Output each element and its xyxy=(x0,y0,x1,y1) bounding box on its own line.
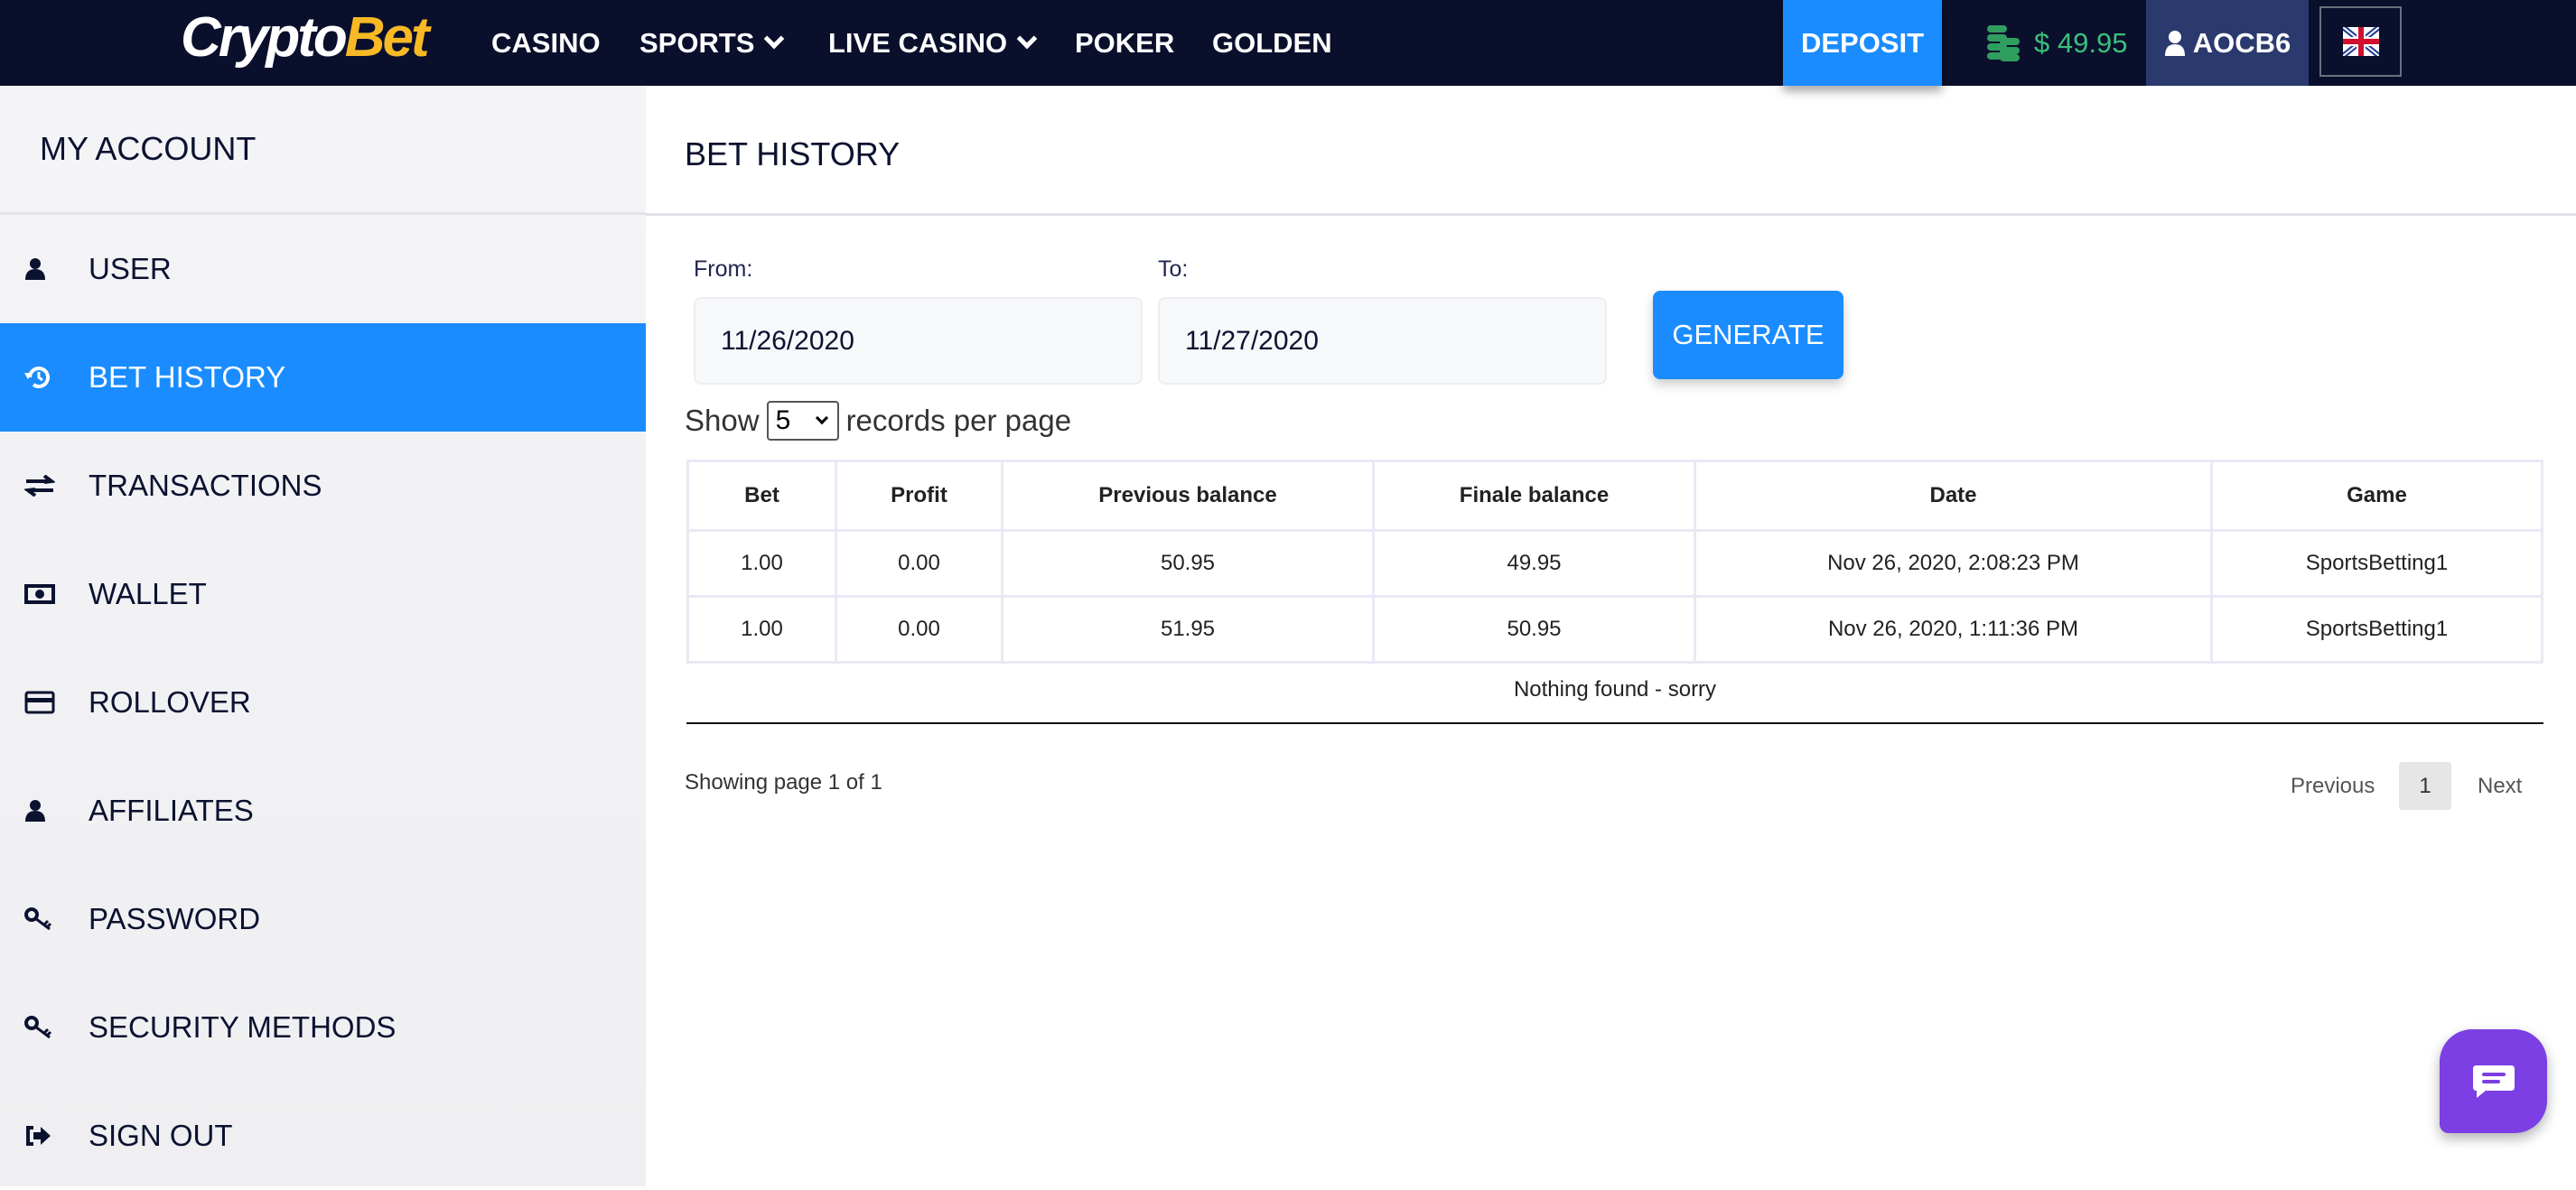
column-header[interactable]: Profit xyxy=(835,460,1003,532)
sidebar-item-bet-history[interactable]: BET HISTORY xyxy=(0,323,646,432)
table-cell: SportsBetting1 xyxy=(2210,595,2543,664)
from-label: From: xyxy=(694,256,753,282)
sidebar-item-rollover[interactable]: ROLLOVER xyxy=(0,648,646,757)
next-page-button[interactable]: Next xyxy=(2478,762,2522,810)
nav-golden[interactable]: GOLDEN xyxy=(1212,0,1332,86)
table-cell: 1.00 xyxy=(686,595,837,664)
column-header[interactable]: Finale balance xyxy=(1372,460,1696,532)
key-icon xyxy=(0,907,89,931)
nav-casino[interactable]: CASINO xyxy=(491,0,601,86)
table-cell: 0.00 xyxy=(835,595,1003,664)
table-cell: 0.00 xyxy=(835,529,1003,598)
key-icon xyxy=(0,1016,89,1039)
column-header[interactable]: Previous balance xyxy=(1001,460,1375,532)
chat-button[interactable] xyxy=(2440,1029,2547,1133)
uk-flag-icon xyxy=(2342,27,2379,56)
table-cell: 51.95 xyxy=(1001,595,1375,664)
from-date-input[interactable]: 11/26/2020 xyxy=(694,297,1143,385)
deposit-button[interactable]: DEPOSIT xyxy=(1783,0,1942,86)
user-menu-button[interactable]: AOCB6 xyxy=(2146,0,2309,86)
to-date-input[interactable]: 11/27/2020 xyxy=(1158,297,1607,385)
table-row: 1.00 0.00 51.95 50.95 Nov 26, 2020, 1:11… xyxy=(686,595,2543,664)
table-header-row: Bet Profit Previous balance Finale balan… xyxy=(686,460,2543,532)
sidebar-item-password[interactable]: PASSWORD xyxy=(0,865,646,973)
chevron-down-icon xyxy=(815,411,828,425)
sidebar-item-user[interactable]: USER xyxy=(0,215,646,323)
table-cell: SportsBetting1 xyxy=(2210,529,2543,598)
language-selector[interactable] xyxy=(2319,6,2402,77)
generate-button[interactable]: GENERATE xyxy=(1653,291,1843,379)
user-icon xyxy=(0,800,89,822)
history-icon xyxy=(0,366,89,389)
page-1-button[interactable]: 1 xyxy=(2399,762,2451,810)
exchange-icon xyxy=(0,475,89,497)
sidebar-item-wallet[interactable]: WALLET xyxy=(0,540,646,648)
top-header: CryptoBet CASINO SPORTS LIVE CASINO POKE… xyxy=(0,0,2576,86)
user-icon xyxy=(0,258,89,280)
nav-live-casino[interactable]: LIVE CASINO xyxy=(828,0,1038,86)
records-per-page: Show 5 records per page xyxy=(685,401,1071,441)
balance[interactable]: $ 49.95 xyxy=(1987,0,2127,86)
bet-history-table: Bet Profit Previous balance Finale balan… xyxy=(686,460,2543,664)
column-header[interactable]: Date xyxy=(1694,460,2213,532)
table-cell: 50.95 xyxy=(1001,529,1375,598)
money-bill-icon xyxy=(0,584,89,604)
column-header[interactable]: Game xyxy=(2210,460,2543,532)
page-title: BET HISTORY xyxy=(685,135,901,172)
sidebar-title: MY ACCOUNT xyxy=(0,86,646,215)
logo[interactable]: CryptoBet xyxy=(181,5,430,70)
column-header[interactable]: Bet xyxy=(686,460,837,532)
table-cell: 1.00 xyxy=(686,529,837,598)
per-page-select[interactable]: 5 xyxy=(766,401,839,441)
sidebar: MY ACCOUNT USER BET HISTORY TRANSACTIONS… xyxy=(0,86,646,1186)
sidebar-item-sign-out[interactable]: SIGN OUT xyxy=(0,1082,646,1190)
coins-icon xyxy=(1987,24,2020,61)
divider xyxy=(646,213,2576,216)
previous-page-button[interactable]: Previous xyxy=(2291,762,2375,810)
sidebar-item-security-methods[interactable]: SECURITY METHODS xyxy=(0,973,646,1082)
table-cell: 49.95 xyxy=(1372,529,1696,598)
page-info: Showing page 1 of 1 xyxy=(685,770,882,795)
sign-out-icon xyxy=(0,1125,89,1147)
chevron-down-icon xyxy=(1016,28,1038,49)
credit-card-icon xyxy=(0,691,89,714)
table-cell: Nov 26, 2020, 1:11:36 PM xyxy=(1694,595,2213,664)
nav-poker[interactable]: POKER xyxy=(1075,0,1174,86)
user-icon xyxy=(2164,30,2185,56)
nav-sports[interactable]: SPORTS xyxy=(639,0,785,86)
table-cell: Nov 26, 2020, 2:08:23 PM xyxy=(1694,529,2213,598)
empty-message: Nothing found - sorry xyxy=(1513,677,1717,702)
table-cell: 50.95 xyxy=(1372,595,1696,664)
sidebar-item-transactions[interactable]: TRANSACTIONS xyxy=(0,432,646,540)
divider xyxy=(686,722,2543,724)
chat-icon xyxy=(2472,1064,2515,1098)
to-label: To: xyxy=(1158,256,1189,282)
table-row: 1.00 0.00 50.95 49.95 Nov 26, 2020, 2:08… xyxy=(686,529,2543,598)
sidebar-item-affiliates[interactable]: AFFILIATES xyxy=(0,757,646,865)
chevron-down-icon xyxy=(764,28,785,49)
